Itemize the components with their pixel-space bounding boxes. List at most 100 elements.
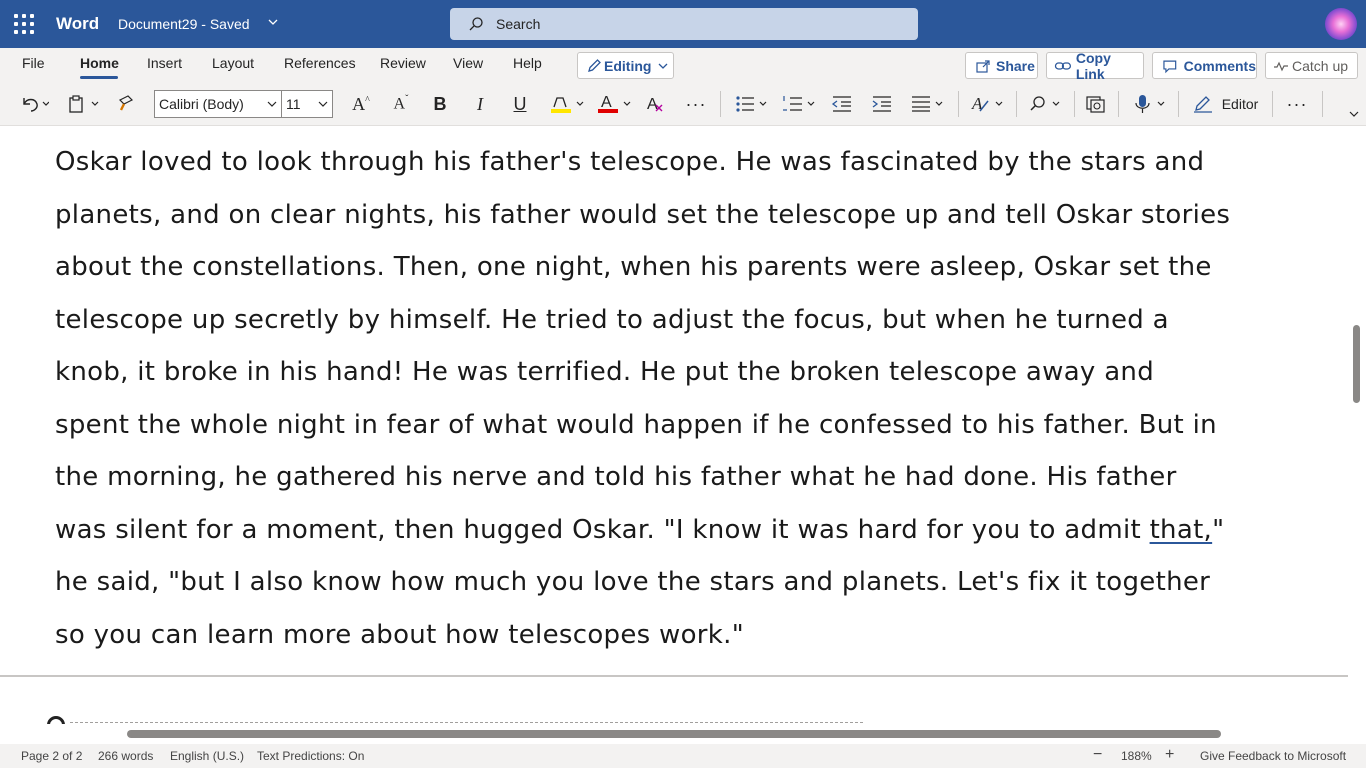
comment-icon <box>1163 60 1177 73</box>
zoom-out-icon[interactable]: − <box>1093 746 1102 764</box>
word-count[interactable]: 266 words <box>98 749 153 763</box>
editor-label: Editor <box>1221 96 1259 112</box>
highlight-color-button[interactable] <box>548 92 588 116</box>
catch-up-label: Catch up <box>1292 57 1349 74</box>
zoom-level[interactable]: 188% <box>1121 749 1152 763</box>
font-color-icon: A <box>598 94 631 113</box>
increase-indent-button[interactable] <box>870 92 894 116</box>
horizontal-scroll-thumb[interactable] <box>127 730 1221 738</box>
paragraph-text: Oskar loved to look through his father's… <box>55 147 1231 545</box>
bullets-button[interactable] <box>734 92 772 116</box>
zoom-in-icon[interactable]: + <box>1165 746 1174 764</box>
font-name-value: Calibri (Body) <box>159 96 244 112</box>
find-button[interactable] <box>1028 92 1066 116</box>
dictate-button[interactable] <box>1130 92 1170 116</box>
tab-layout[interactable]: Layout <box>212 55 254 71</box>
catch-up-button[interactable]: Catch up <box>1265 52 1358 79</box>
format-painter-button[interactable] <box>114 92 138 116</box>
editor-pen-icon <box>1193 96 1212 113</box>
feedback-link[interactable]: Give Feedback to Microsoft <box>1200 749 1346 763</box>
underline-icon: U <box>513 93 527 114</box>
font-name-select[interactable]: Calibri (Body) <box>154 90 282 118</box>
grow-font-button[interactable]: A^ <box>348 92 374 116</box>
svg-text:A: A <box>601 94 612 111</box>
tab-help[interactable]: Help <box>513 55 542 71</box>
avatar[interactable] <box>1325 8 1357 40</box>
bold-icon: B <box>433 93 447 114</box>
align-button[interactable] <box>910 92 948 116</box>
page-count[interactable]: Page 2 of 2 <box>21 749 82 763</box>
app-launcher-icon[interactable] <box>14 14 34 34</box>
paintbrush-icon <box>118 95 134 111</box>
more-icon: ··· <box>1286 93 1308 114</box>
tab-home[interactable]: Home <box>80 55 119 71</box>
bullet-list-icon <box>736 96 767 112</box>
divider <box>1016 91 1017 117</box>
bold-button[interactable]: B <box>428 92 452 116</box>
more-font-options-button[interactable]: ··· <box>684 92 708 116</box>
vertical-scroll-thumb[interactable] <box>1353 325 1360 403</box>
styles-icon: A <box>971 94 1003 113</box>
search-icon <box>469 17 483 31</box>
editing-label: Editing <box>604 57 652 74</box>
chevron-down-icon <box>658 63 668 69</box>
document-paragraph[interactable]: Oskar loved to look through his father's… <box>55 136 1235 661</box>
ribbon-expand-button[interactable] <box>1346 106 1362 122</box>
chevron-down-icon <box>318 101 328 107</box>
divider <box>1272 91 1273 117</box>
vertical-scrollbar[interactable] <box>1348 126 1366 724</box>
paste-button[interactable] <box>64 92 102 116</box>
app-name[interactable]: Word <box>56 14 99 34</box>
italic-button[interactable]: I <box>468 92 492 116</box>
undo-button[interactable] <box>16 92 52 116</box>
pulse-icon <box>1274 61 1288 71</box>
link-icon <box>1054 61 1072 70</box>
pencil-icon <box>588 58 601 72</box>
share-label: Share <box>996 57 1035 74</box>
divider <box>1074 91 1075 117</box>
editing-mode-button[interactable]: Editing <box>577 52 674 79</box>
numbering-button[interactable] <box>782 92 820 116</box>
tab-file[interactable]: File <box>22 55 45 71</box>
tab-view[interactable]: View <box>453 55 483 71</box>
numbered-list-icon <box>783 96 815 111</box>
document-title[interactable]: Document29 - Saved <box>118 16 250 32</box>
chevron-down-icon[interactable] <box>266 15 280 29</box>
divider <box>1178 91 1179 117</box>
share-icon <box>976 59 990 73</box>
tab-references[interactable]: References <box>284 55 356 71</box>
clear-formatting-button[interactable]: A <box>644 92 668 116</box>
document-canvas[interactable]: Oskar loved to look through his father's… <box>0 126 1348 724</box>
decrease-indent-icon <box>831 96 851 112</box>
comments-button[interactable]: Comments <box>1152 52 1257 79</box>
tab-review[interactable]: Review <box>380 55 426 71</box>
chevron-down-icon <box>267 101 277 107</box>
decrease-indent-button[interactable] <box>830 92 854 116</box>
styles-button[interactable]: A <box>968 92 1008 116</box>
text-predictions[interactable]: Text Predictions: On <box>257 749 364 763</box>
font-size-value: 11 <box>286 96 301 112</box>
font-color-button[interactable]: A <box>596 92 636 116</box>
status-bar: Page 2 of 2 266 words English (U.S.) Tex… <box>0 744 1366 768</box>
reuse-files-button[interactable] <box>1084 92 1108 116</box>
microphone-icon <box>1135 95 1165 113</box>
search-input[interactable]: Search <box>450 8 918 40</box>
shrink-font-icon: Aˇ <box>393 94 409 113</box>
underline-button[interactable]: U <box>508 92 532 116</box>
italic-icon: I <box>477 93 483 114</box>
more-icon: ··· <box>685 93 707 114</box>
shrink-font-button[interactable]: Aˇ <box>388 92 414 116</box>
more-options-button[interactable]: ··· <box>1284 92 1310 116</box>
flagged-word[interactable]: that, <box>1150 515 1213 545</box>
title-bar: Word Document29 - Saved Search <box>0 0 1366 48</box>
font-size-select[interactable]: 11 <box>282 90 333 118</box>
next-page <box>0 677 1348 724</box>
clipboard-icon <box>69 95 99 113</box>
editor-button[interactable]: Editor <box>1188 92 1262 116</box>
language[interactable]: English (U.S.) <box>170 749 244 763</box>
copy-link-button[interactable]: Copy Link <box>1046 50 1144 82</box>
divider <box>720 91 721 117</box>
header-boundary-line <box>70 722 863 723</box>
share-button[interactable]: Share <box>965 52 1038 79</box>
tab-insert[interactable]: Insert <box>147 55 182 71</box>
